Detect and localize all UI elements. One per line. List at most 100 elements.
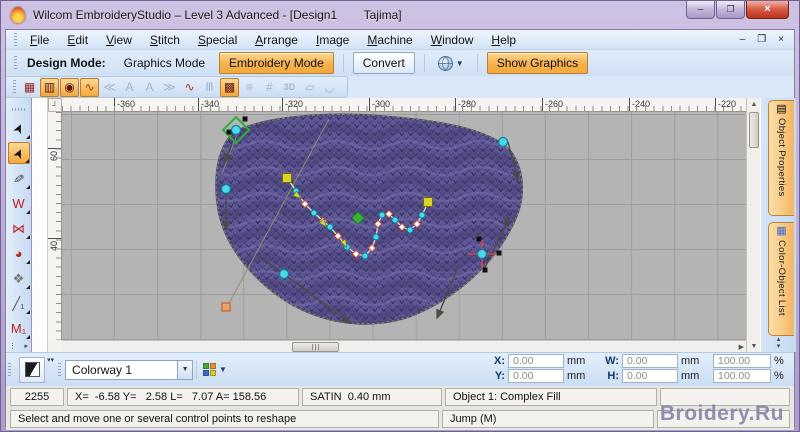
texture-fill-icon[interactable]: ▩ (220, 77, 239, 97)
knife-tool[interactable]: ✎ (8, 167, 30, 189)
reshape-node[interactable] (230, 124, 242, 136)
control-point-curve[interactable] (326, 223, 334, 231)
menu-item[interactable]: Machine (358, 31, 421, 49)
satin-stitch-icon[interactable]: ∿ (80, 77, 99, 97)
close-button[interactable]: × (746, 1, 789, 19)
reshape-node[interactable] (497, 136, 509, 148)
menu-item[interactable]: Help (482, 31, 525, 49)
tatami-fill-icon[interactable]: ▥ (40, 77, 59, 97)
show-graphics-button[interactable]: Show Graphics (486, 52, 589, 74)
ellipse-tool[interactable]: ◕ (8, 242, 30, 264)
hatch-effect-icon[interactable]: # (260, 78, 279, 97)
menu-item[interactable]: View (97, 31, 141, 49)
tab-color-object-list[interactable]: ▦ Color-Object List (768, 222, 794, 336)
stitch-toolbar-grip[interactable] (13, 80, 16, 94)
control-point-curve[interactable] (406, 226, 414, 234)
lettering-tool[interactable]: W (8, 192, 30, 214)
titlebar[interactable]: Wilcom EmbroideryStudio – Level 3 Advanc… (1, 1, 799, 29)
applique-b-icon[interactable]: A (140, 78, 159, 97)
line-tool[interactable]: ╱₁ (8, 292, 30, 314)
vertical-scroll-thumb[interactable] (749, 112, 759, 148)
ruler-origin-button[interactable]: ┘ (48, 98, 62, 112)
scale-x-field[interactable]: 100.00 (713, 354, 771, 368)
x-field[interactable]: 0.00 (508, 354, 564, 368)
horizontal-scroll-thumb[interactable] (292, 342, 339, 352)
selection-handle[interactable] (226, 129, 232, 135)
zigzag-stitch-icon[interactable]: ≪ (100, 78, 119, 97)
menu-item[interactable]: Image (307, 31, 358, 49)
run-stitch-icon[interactable]: ▦ (20, 78, 39, 97)
chevron-down-icon[interactable]: ▼ (177, 360, 193, 379)
reshape-node[interactable] (476, 248, 488, 260)
reshape-tool[interactable]: ➤ (7, 142, 30, 164)
tab-object-properties[interactable]: ▤ Object Properties (768, 100, 794, 216)
menu-item[interactable]: Window (422, 31, 483, 49)
restore-button[interactable]: ❐ (716, 1, 745, 19)
mdi-restore-icon[interactable]: ❐ (757, 34, 766, 45)
mdi-close-icon[interactable]: × (778, 34, 784, 45)
menubar-grip[interactable] (14, 32, 17, 47)
stitch-angle-handle[interactable] (282, 173, 292, 183)
selection-handle[interactable] (496, 250, 502, 256)
design-thumbnail-button[interactable] (19, 356, 45, 383)
column-stitch-icon[interactable]: Ⅲ (200, 78, 219, 97)
flexi-split-icon[interactable]: ≫ (160, 78, 179, 97)
vertical-ruler[interactable]: 60 40 (48, 112, 62, 340)
convert-button[interactable]: Convert (352, 52, 415, 74)
reshape-object-tool[interactable]: ❖ (8, 267, 30, 289)
motif-fill-icon[interactable]: ◉ (60, 77, 79, 97)
hoop-globe-button[interactable]: ▼ (434, 54, 468, 73)
reshape-node[interactable] (278, 268, 290, 280)
graphics-mode-button[interactable]: Graphics Mode (116, 53, 213, 73)
menu-item[interactable]: File (21, 31, 58, 49)
select-tool[interactable]: ➤ (8, 117, 30, 139)
menu-item[interactable]: Stitch (141, 31, 189, 49)
embroidery-mode-button[interactable]: Embroidery Mode (219, 52, 334, 74)
scroll-up-icon[interactable]: ▲ (747, 98, 761, 110)
control-point-curve[interactable] (378, 211, 386, 219)
w-field[interactable]: 0.00 (622, 354, 678, 368)
h-field[interactable]: 0.00 (622, 369, 678, 383)
applique-a-icon[interactable]: A (120, 78, 139, 97)
menu-item[interactable]: Special (189, 31, 246, 49)
colorway-grip[interactable] (8, 362, 11, 377)
toolbox-grip[interactable] (11, 108, 26, 111)
mdi-minimize-icon[interactable]: – (740, 34, 746, 45)
menu-item[interactable]: Edit (58, 31, 97, 49)
y-field[interactable]: 0.00 (508, 369, 564, 383)
control-point-curve[interactable] (418, 211, 426, 219)
chevron-down-icon[interactable]: ▼ (456, 59, 464, 68)
menu-item[interactable]: Arrange (246, 31, 307, 49)
control-point-curve[interactable] (310, 209, 318, 217)
toolbox-expander[interactable]: ⋮ ▸ (6, 342, 31, 350)
control-point-curve[interactable] (372, 233, 380, 241)
chevron-down-icon[interactable]: ▼ (219, 365, 227, 374)
control-point-curve[interactable] (391, 216, 399, 224)
horizontal-scrollbar[interactable]: ▶ (62, 340, 746, 352)
wave-effect-icon[interactable]: ∿ (180, 78, 199, 97)
selection-handle[interactable] (476, 236, 482, 242)
polyline-tool[interactable]: M₁ (8, 317, 30, 339)
stitch-angle-handle[interactable] (423, 197, 433, 207)
basket-effect-icon[interactable]: ◡ (320, 78, 339, 97)
envelope-effect-icon[interactable]: ▱ (300, 78, 319, 97)
selection-handle[interactable] (482, 267, 488, 273)
embroidery-design[interactable] (62, 112, 746, 340)
end-point-marker[interactable] (221, 302, 231, 312)
reshape-node[interactable] (220, 183, 232, 195)
control-point-curve[interactable] (361, 252, 369, 260)
colorway-select[interactable]: Colorway 1 ▼ (65, 359, 194, 380)
scroll-down-icon[interactable]: ▼ (747, 340, 761, 352)
thread-colors-icon[interactable] (203, 363, 217, 376)
grip[interactable] (58, 362, 62, 377)
scale-y-field[interactable]: 100.00 (713, 369, 771, 383)
minimize-button[interactable]: – (686, 1, 715, 19)
horizontal-ruler[interactable]: -360 -340 -320 -300 -280 -260 -240 -220 (62, 98, 746, 112)
toolbar-overflow-chevron[interactable]: ▾▾ (47, 353, 54, 364)
selection-handle[interactable] (242, 116, 248, 122)
design-canvas[interactable] (62, 112, 746, 340)
3d-effect-icon[interactable]: 3D (280, 78, 299, 97)
vertical-scrollbar[interactable]: ▲ ▼ (746, 98, 760, 352)
panel-scroll-arrows[interactable]: ▴ ▾ (761, 336, 796, 351)
closed-object-tool[interactable]: ⋈ (8, 217, 30, 239)
